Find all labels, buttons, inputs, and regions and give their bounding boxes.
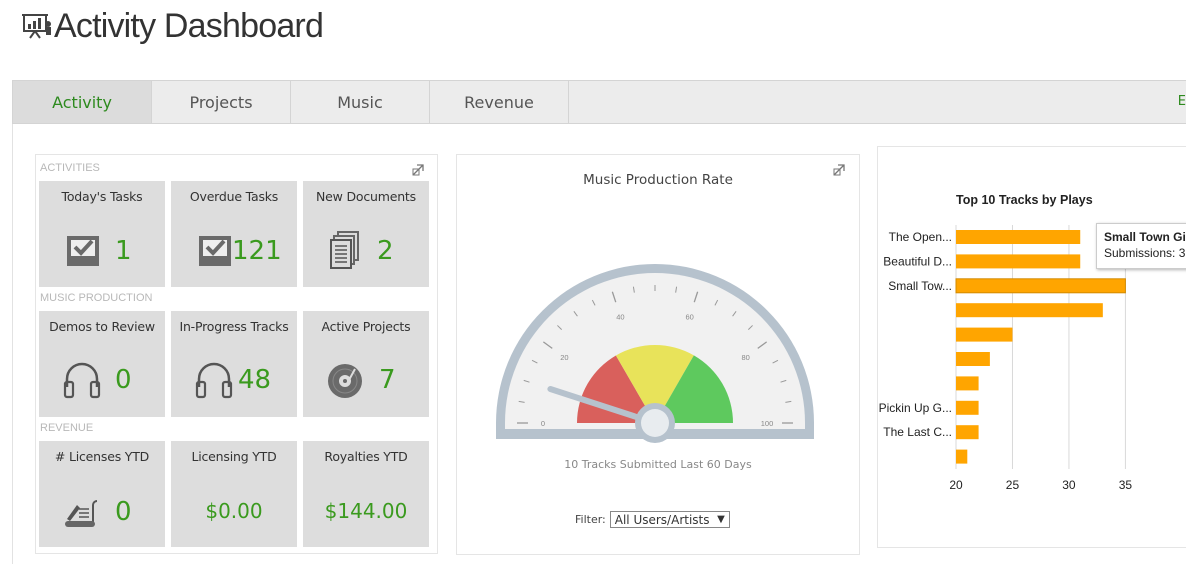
tile-value: $144.00	[324, 499, 408, 523]
chart-category-label: The Last C...	[883, 425, 952, 439]
page-title: Activity Dashboard	[54, 6, 324, 45]
tile-label: Licensing YTD	[191, 449, 277, 464]
filter-select[interactable]: All Users/Artists ▼	[609, 511, 730, 528]
tooltip-label: Submissions:	[1104, 246, 1176, 260]
chart-bar[interactable]	[956, 230, 1081, 244]
gauge-title: Music Production Rate	[583, 172, 733, 188]
task-check-icon	[67, 236, 99, 266]
filter-row: Filter: All Users/Artists ▼	[575, 511, 730, 528]
tooltip-body: Submissions: 3	[1104, 246, 1185, 260]
tile-label: # Licenses YTD	[54, 449, 150, 464]
gauge-tick-label: 40	[616, 312, 624, 321]
tile-licenses-ytd[interactable]: # Licenses YTD 0	[39, 441, 165, 547]
gauge-hub-inner	[641, 409, 669, 437]
chart-bar[interactable]	[956, 352, 990, 366]
tile-value: 0	[115, 497, 132, 527]
tile-demos-to-review[interactable]: Demos to Review 0	[39, 311, 165, 417]
chart-bar[interactable]	[956, 327, 1013, 342]
expand-icon[interactable]	[833, 164, 845, 176]
filter-selected-value: All Users/Artists	[614, 512, 710, 527]
headphones-icon	[195, 362, 233, 399]
chart-tooltip: Small Town Gi Submissions: 3	[1096, 223, 1186, 269]
gauge-chart: 0 20 40 60 80 100	[496, 264, 814, 443]
section-label-activities: ACTIVITIES	[40, 162, 100, 174]
chart-x-tick-label: 30	[1062, 478, 1076, 492]
dropdown-arrow-icon: ▼	[717, 514, 725, 525]
chart-bar[interactable]	[956, 425, 979, 440]
tooltip-title: Small Town Gi	[1104, 230, 1186, 244]
tile-label: Active Projects	[321, 319, 411, 334]
tile-label: Today's Tasks	[61, 189, 143, 204]
chart-x-tick-label: 35	[1119, 478, 1133, 492]
chart-x-tick-label: 25	[1006, 478, 1020, 492]
chart-title: Top 10 Tracks by Plays	[956, 193, 1093, 207]
tab-activity[interactable]: Activity	[13, 81, 152, 123]
tile-in-progress-tracks[interactable]: In-Progress Tracks 48	[171, 311, 297, 417]
chart-category-label: The Open...	[889, 230, 952, 244]
gauge-tick-label: 100	[761, 419, 774, 428]
expand-icon[interactable]	[412, 164, 424, 176]
tile-label: Demos to Review	[49, 319, 155, 334]
task-check-icon	[199, 236, 231, 266]
tile-label: New Documents	[316, 189, 416, 204]
tile-licensing-ytd[interactable]: Licensing YTD $0.00	[171, 441, 297, 547]
chart-category-label: Small Tow...	[888, 279, 952, 293]
tile-todays-tasks[interactable]: Today's Tasks 1	[39, 181, 165, 287]
chart-bar[interactable]	[955, 278, 1126, 294]
tab-bar: Activity Projects Music Revenue E	[12, 80, 1186, 124]
chart-bar[interactable]	[956, 254, 1081, 269]
tile-label: Royalties YTD	[324, 449, 408, 464]
page-header: Activity Dashboard	[22, 4, 324, 48]
gauge-panel: Music Production Rate 0 20 40 60 80 100 10 Tr…	[456, 154, 860, 555]
tile-label: In-Progress Tracks	[179, 319, 289, 334]
gauge-tick-label: 0	[541, 419, 545, 428]
gauge-subtitle: 10 Tracks Submitted Last 60 Days	[564, 458, 752, 471]
section-label-music-production: MUSIC PRODUCTION	[40, 292, 153, 304]
gauge-tick-label: 80	[741, 353, 749, 362]
chart-bar[interactable]	[956, 400, 979, 415]
chart-category-label: Pickin Up G...	[879, 401, 952, 415]
tile-value: $0.00	[205, 499, 263, 523]
chart-bar[interactable]	[956, 449, 968, 464]
vinyl-record-icon	[328, 364, 362, 398]
chart-bar[interactable]	[956, 303, 1103, 318]
tooltip-value: 3	[1178, 246, 1186, 260]
tab-revenue[interactable]: Revenue	[430, 81, 569, 123]
tile-value: 1	[115, 236, 132, 266]
tile-value: 0	[115, 365, 132, 395]
tile-overdue-tasks[interactable]: Overdue Tasks 121	[171, 181, 297, 287]
chart-x-tick-labels: 20 25 30 35	[949, 478, 1132, 492]
tab-bar-right-link[interactable]: E	[1178, 94, 1186, 109]
tab-projects[interactable]: Projects	[152, 81, 291, 123]
gauge-tick-label: 60	[685, 312, 693, 321]
tile-value: 7	[379, 365, 396, 395]
tile-active-projects[interactable]: Active Projects 7	[303, 311, 429, 417]
chart-category-label: Beautiful D...	[883, 254, 952, 268]
tab-music[interactable]: Music	[291, 81, 430, 123]
tile-value: 2	[377, 236, 394, 266]
tile-value: 121	[232, 236, 282, 266]
gauge-tick-label: 20	[560, 353, 568, 362]
stats-panel: ACTIVITIES MUSIC PRODUCTION REVENUE Toda…	[35, 154, 438, 554]
bar-chart: Top 10 Tracks by Plays The Open... Beauti…	[879, 193, 1133, 492]
chart-category-labels: The Open... Beautiful D... Small Tow... Pic…	[879, 230, 952, 439]
presentation-chart-icon	[22, 14, 51, 39]
section-label-revenue: REVENUE	[40, 422, 94, 434]
headphones-icon	[63, 362, 101, 399]
documents-icon	[330, 231, 359, 269]
filter-label: Filter:	[575, 513, 606, 526]
chart-bar[interactable]	[956, 376, 979, 391]
tile-royalties-ytd[interactable]: Royalties YTD $144.00	[303, 441, 429, 547]
chart-panel: Top 10 Tracks by Plays The Open... Beauti…	[877, 146, 1186, 548]
contract-scroll-icon	[65, 500, 98, 527]
tile-new-documents[interactable]: New Documents 2	[303, 181, 429, 287]
chart-x-tick-label: 20	[949, 478, 963, 492]
tile-value: 48	[238, 365, 272, 395]
tile-label: Overdue Tasks	[189, 189, 279, 204]
